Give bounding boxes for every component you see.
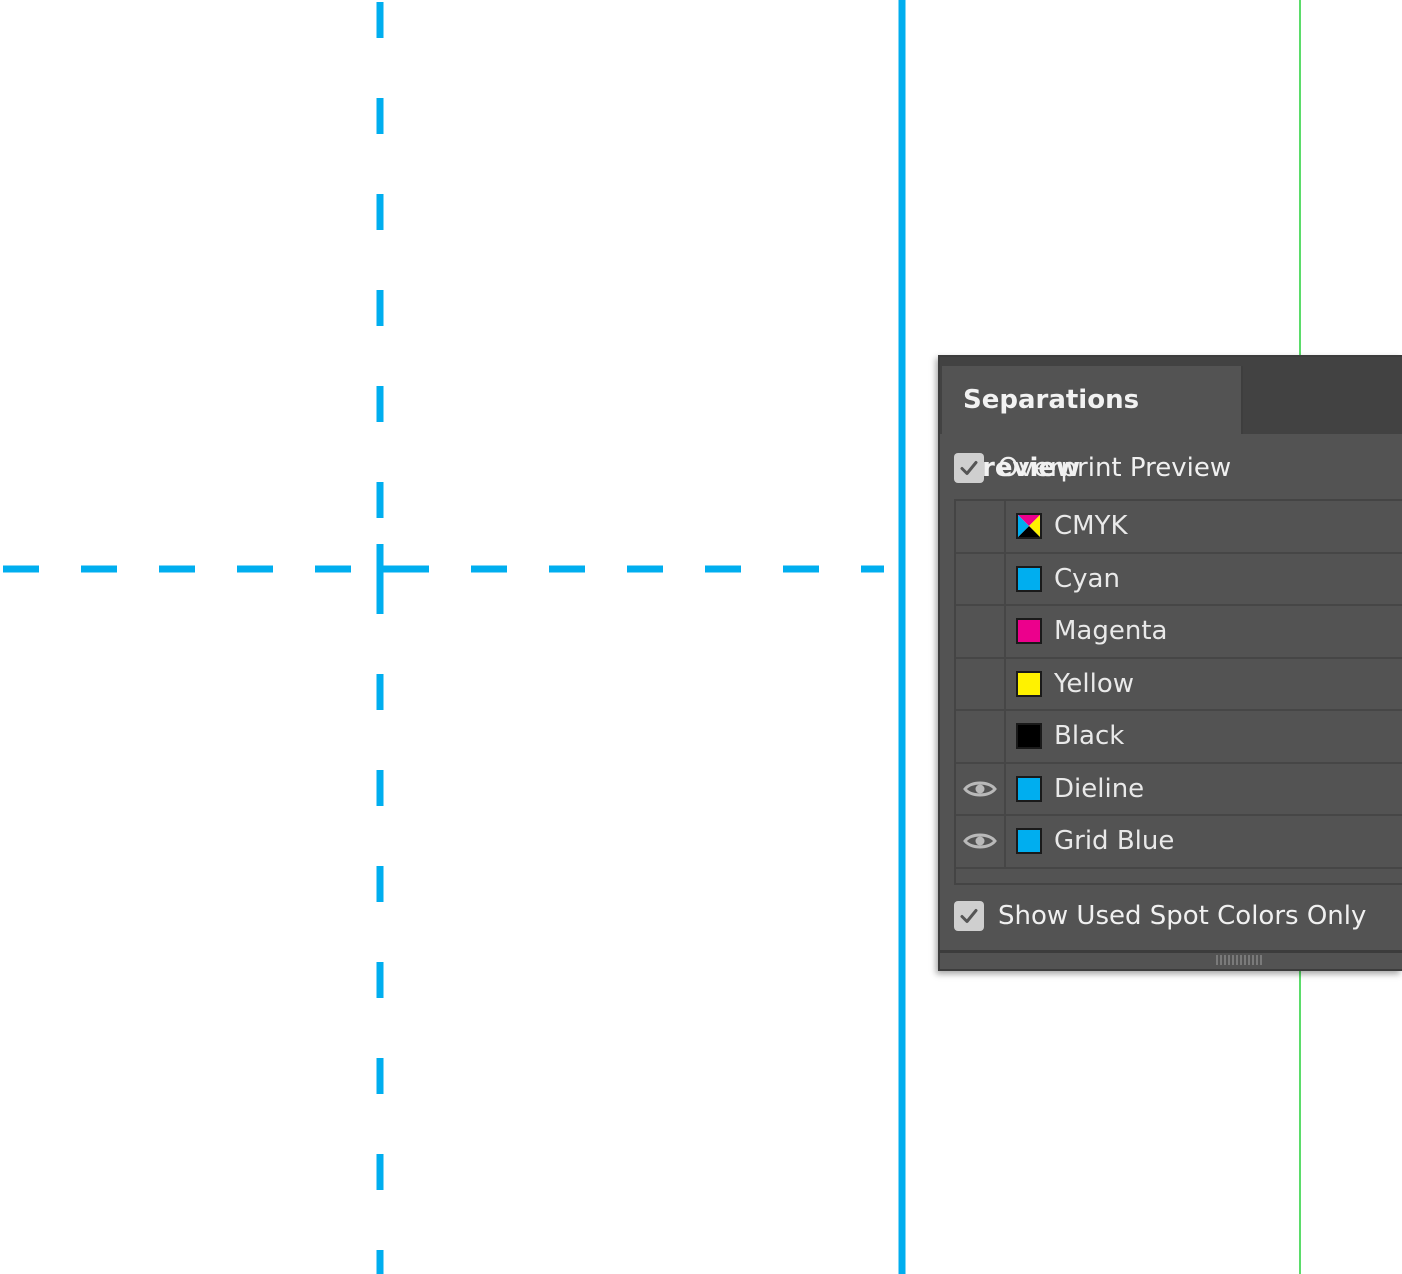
separation-row-black[interactable]: Black <box>956 711 1402 764</box>
separation-label: Magenta <box>1054 616 1168 647</box>
panel-resize-grip[interactable] <box>1216 955 1264 965</box>
cmyk-icon <box>1018 515 1040 538</box>
checkmark-icon <box>960 909 978 923</box>
separation-label: Cyan <box>1054 563 1120 594</box>
separation-row-yellow[interactable]: Yellow <box>956 658 1402 711</box>
color-swatch <box>1016 618 1042 645</box>
show-used-spot-colors-label: Show Used Spot Colors Only <box>998 901 1367 931</box>
visibility-toggle[interactable] <box>956 816 1006 867</box>
visibility-toggle[interactable] <box>956 763 1006 814</box>
overprint-preview-label: Overprint Preview <box>998 453 1232 483</box>
visibility-toggle[interactable] <box>956 501 1006 552</box>
separation-label: Dieline <box>1054 773 1145 804</box>
separation-row-grid-blue[interactable]: Grid Blue <box>956 816 1402 869</box>
separation-label: Grid Blue <box>1054 826 1175 857</box>
separation-row-cyan[interactable]: Cyan <box>956 553 1402 606</box>
color-swatch <box>1016 670 1042 697</box>
color-swatch <box>1016 723 1042 750</box>
separation-row-dieline[interactable]: Dieline <box>956 763 1402 816</box>
separation-label: Black <box>1054 721 1125 752</box>
separations-list: CMYK Cyan Magenta Yellow Black Dieline Grid Bl… <box>954 499 1402 885</box>
separation-label: CMYK <box>1054 511 1128 542</box>
eye-icon <box>963 833 997 849</box>
panel-tab-bar: Separations Preview <box>940 357 1402 483</box>
separations-preview-panel: Separations Preview Overprint Preview CM… <box>938 355 1402 971</box>
panel-bottom-divider <box>940 950 1402 953</box>
overprint-preview-checkbox[interactable] <box>954 453 984 483</box>
color-swatch <box>1016 565 1042 592</box>
color-swatch <box>1016 775 1042 802</box>
show-used-spot-colors-option[interactable]: Show Used Spot Colors Only <box>954 900 1366 932</box>
separation-row-magenta[interactable]: Magenta <box>956 606 1402 659</box>
visibility-toggle[interactable] <box>956 606 1006 657</box>
overprint-preview-option[interactable]: Overprint Preview <box>954 452 1231 484</box>
color-swatch <box>1016 828 1042 855</box>
visibility-toggle[interactable] <box>956 553 1006 604</box>
tab-separations-preview[interactable]: Separations Preview <box>942 366 1243 483</box>
cmyk-swatch-icon <box>1016 513 1042 540</box>
visibility-toggle[interactable] <box>956 658 1006 709</box>
separation-row-cmyk[interactable]: CMYK <box>956 501 1402 554</box>
separation-label: Yellow <box>1054 668 1135 699</box>
checkmark-icon <box>960 461 978 475</box>
show-used-spot-colors-checkbox[interactable] <box>954 901 984 931</box>
eye-icon <box>963 781 997 797</box>
visibility-toggle[interactable] <box>956 711 1006 762</box>
